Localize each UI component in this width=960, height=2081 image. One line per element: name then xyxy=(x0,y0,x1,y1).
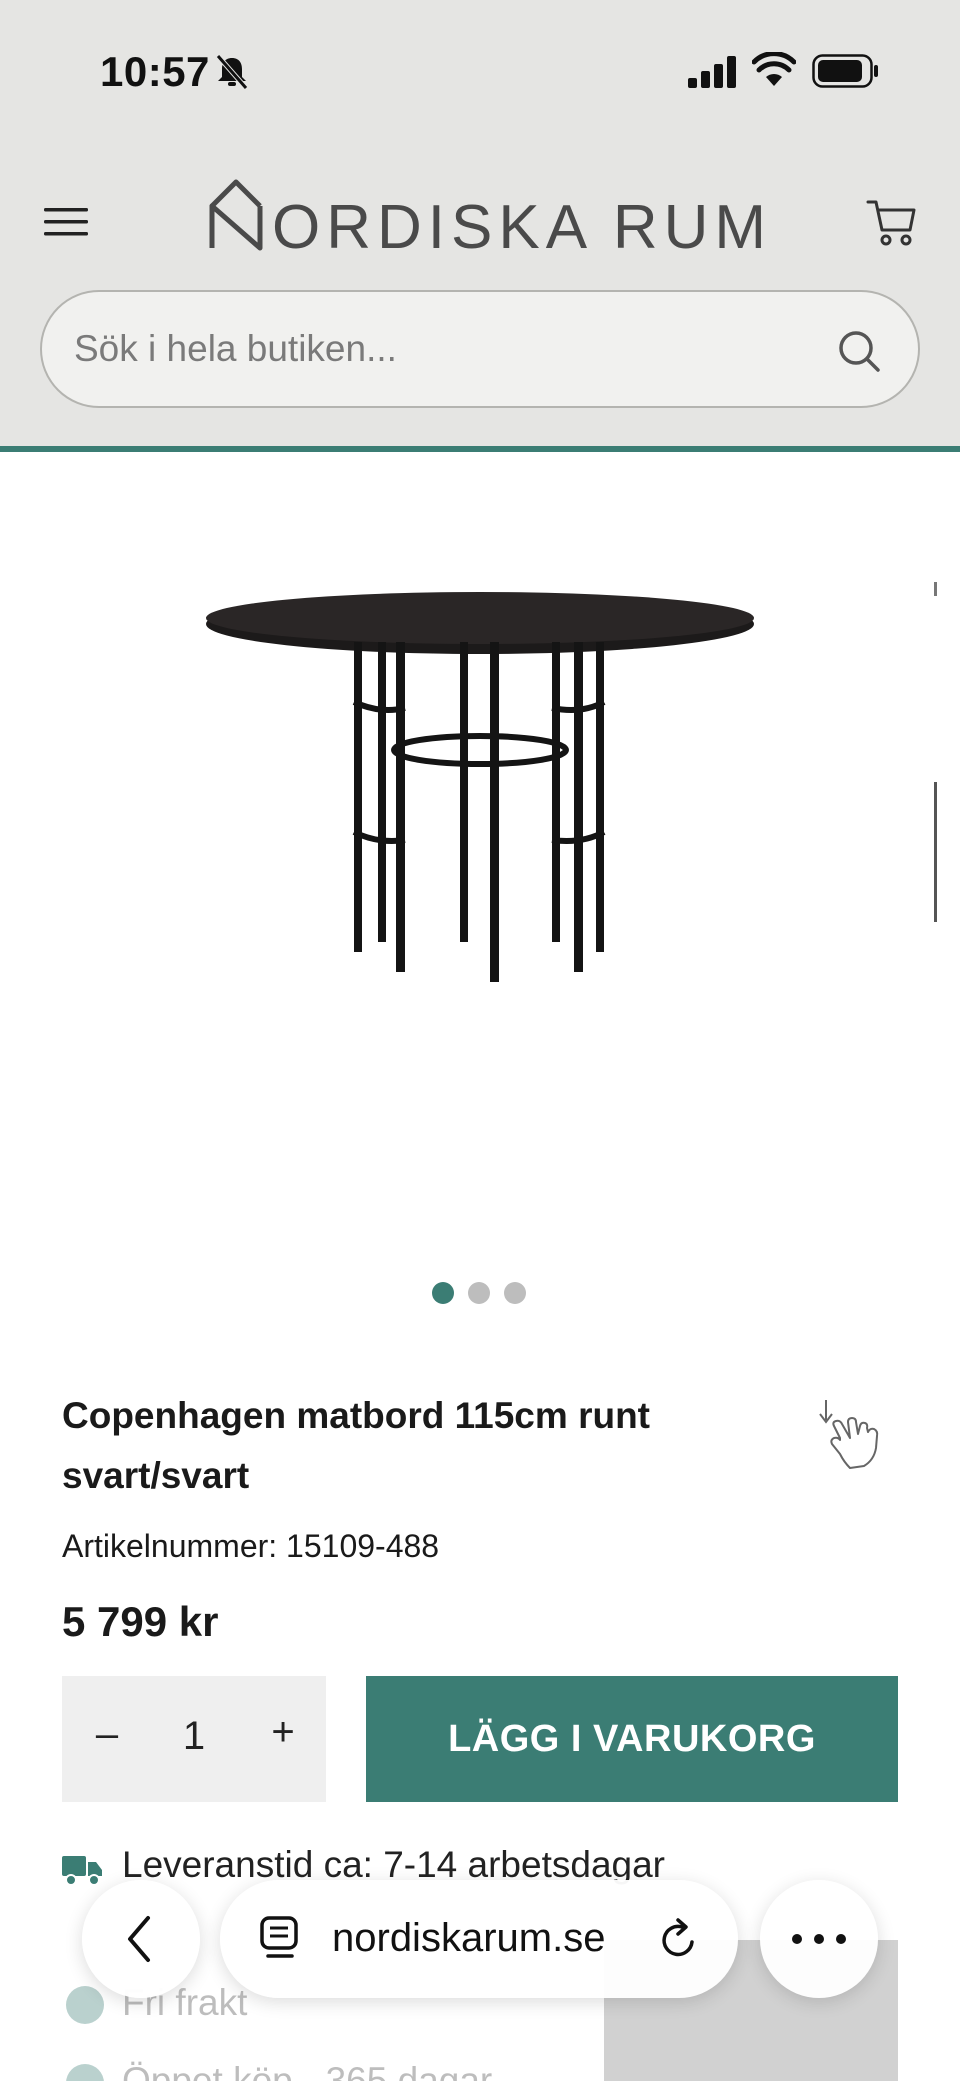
product-gallery[interactable] xyxy=(0,452,960,1252)
svg-text:ORDISKA RUM: ORDISKA RUM xyxy=(272,193,766,258)
status-time: 10:57 xyxy=(100,48,210,95)
browser-back-button[interactable] xyxy=(82,1880,200,1998)
gallery-dot-1[interactable] xyxy=(432,1282,454,1304)
hamburger-icon[interactable] xyxy=(44,202,90,242)
battery-icon xyxy=(812,54,878,88)
quantity-decrease-button[interactable]: – xyxy=(82,1712,132,1757)
tabs-icon[interactable] xyxy=(258,1914,302,1964)
usp-text: Öppet köp - 365 dagar xyxy=(122,2060,493,2081)
product-price: 5 799 kr xyxy=(62,1598,219,1645)
bell-slash-icon xyxy=(216,54,248,90)
add-to-cart-button[interactable]: LÄGG I VARUKORG xyxy=(366,1676,898,1802)
quantity-increase-button[interactable]: + xyxy=(258,1710,308,1755)
signal-icon xyxy=(688,56,736,88)
usp-item: Öppet köp - 365 dagar xyxy=(62,2058,562,2081)
quantity-input[interactable]: 1 xyxy=(174,1714,214,1759)
product-title: Copenhagen matbord 115cm runt svart/svar… xyxy=(62,1395,650,1496)
more-icon xyxy=(792,1934,846,1944)
browser-more-button[interactable] xyxy=(760,1880,878,1998)
browser-address-bar[interactable]: nordiskarum.se xyxy=(220,1880,738,1998)
check-icon xyxy=(66,1986,104,2024)
search-input[interactable]: Sök i hela butiken... xyxy=(74,328,397,370)
wifi-icon xyxy=(752,52,796,86)
logo[interactable]: ORDISKA RUM xyxy=(206,178,766,258)
product-image[interactable] xyxy=(190,582,770,1002)
gallery-dot-2[interactable] xyxy=(468,1282,490,1304)
gallery-dot-3[interactable] xyxy=(504,1282,526,1304)
back-icon xyxy=(128,1916,150,1962)
search-icon[interactable] xyxy=(836,328,882,374)
check-icon xyxy=(66,2064,104,2081)
reload-icon[interactable] xyxy=(656,1914,702,1964)
status-bar: 10:57 xyxy=(0,0,960,140)
gallery-pagination[interactable] xyxy=(432,1282,532,1306)
url-text[interactable]: nordiskarum.se xyxy=(332,1916,605,1961)
truck-icon xyxy=(62,1856,102,1886)
header: 10:57 ORDISKA RUM Sök i hela butiken... xyxy=(0,0,960,450)
quantity-stepper[interactable]: – 1 + xyxy=(62,1676,326,1802)
search-bar[interactable]: Sök i hela butiken... xyxy=(40,290,920,408)
next-slide-peek xyxy=(934,582,937,922)
article-number: Artikelnummer: 15109-488 xyxy=(62,1528,440,1564)
swipe-gesture-icon xyxy=(819,1400,879,1469)
cart-icon[interactable] xyxy=(866,196,918,248)
